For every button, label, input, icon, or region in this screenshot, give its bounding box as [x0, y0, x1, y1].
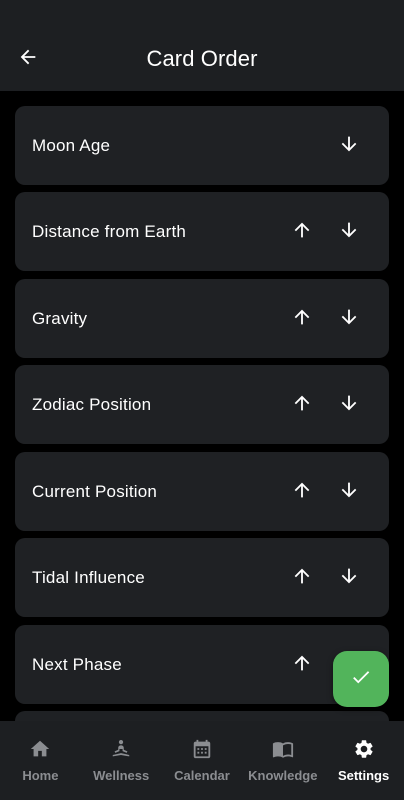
book-icon — [271, 737, 295, 761]
card-item-tidal-influence[interactable]: Tidal Influence — [15, 538, 389, 617]
arrow-down-icon — [338, 479, 360, 506]
arrow-down-icon — [338, 565, 360, 592]
move-up-button[interactable] — [284, 301, 320, 337]
arrow-down-icon — [338, 392, 360, 419]
nav-label: Wellness — [93, 768, 150, 783]
card-label: Moon Age — [32, 136, 111, 155]
card-label: Zodiac Position — [32, 395, 152, 414]
move-down-button[interactable] — [331, 560, 367, 596]
nav-label: Calendar — [174, 768, 230, 783]
arrow-up-icon — [291, 565, 313, 592]
move-up-button[interactable] — [284, 387, 320, 423]
nav-item-calendar[interactable]: Calendar — [162, 721, 243, 800]
card-item-distance-from-earth[interactable]: Distance from Earth — [15, 192, 389, 271]
arrow-up-icon — [291, 306, 313, 333]
app-bar: Card Order — [0, 0, 404, 91]
card-item-gravity[interactable]: Gravity — [15, 279, 389, 358]
card-label: Current Position — [32, 482, 158, 501]
meditation-icon — [109, 737, 133, 761]
card-item-current-position[interactable]: Current Position — [15, 452, 389, 531]
card-order-list[interactable]: Moon Age Distance from Earth Gravity Zod… — [15, 106, 389, 721]
move-up-button[interactable] — [284, 474, 320, 510]
nav-label: Settings — [337, 768, 390, 783]
move-up-button[interactable] — [284, 647, 320, 683]
card-item-partial[interactable] — [15, 711, 389, 721]
arrow-down-icon — [338, 219, 360, 246]
home-icon — [28, 737, 52, 761]
card-item-moon-age[interactable]: Moon Age — [15, 106, 389, 185]
arrow-up-icon — [291, 392, 313, 419]
bottom-navigation: Home Wellness Calendar Knowledge Setting… — [0, 721, 404, 800]
arrow-up-icon — [291, 219, 313, 246]
card-label: Tidal Influence — [32, 568, 145, 587]
nav-label: Knowledge — [248, 768, 318, 783]
nav-label: Home — [22, 768, 59, 783]
save-order-button[interactable] — [333, 651, 389, 707]
card-label: Distance from Earth — [32, 222, 187, 241]
nav-item-home[interactable]: Home — [0, 721, 81, 800]
move-down-button[interactable] — [331, 387, 367, 423]
nav-item-knowledge[interactable]: Knowledge — [242, 721, 323, 800]
card-label: Next Phase — [32, 655, 122, 674]
card-label: Gravity — [32, 309, 88, 328]
arrow-down-icon — [338, 133, 360, 160]
move-down-button[interactable] — [331, 214, 367, 250]
card-item-zodiac-position[interactable]: Zodiac Position — [15, 365, 389, 444]
move-down-button[interactable] — [331, 301, 367, 337]
move-down-button[interactable] — [331, 128, 367, 164]
move-up-button[interactable] — [284, 560, 320, 596]
move-up-button[interactable] — [284, 214, 320, 250]
page-title: Card Order — [146, 46, 258, 71]
calendar-icon — [190, 737, 214, 761]
gear-icon — [352, 737, 376, 761]
arrow-up-icon — [291, 652, 313, 679]
arrow-down-icon — [338, 306, 360, 333]
nav-item-settings[interactable]: Settings — [323, 721, 404, 800]
nav-item-wellness[interactable]: Wellness — [81, 721, 162, 800]
move-down-button[interactable] — [331, 474, 367, 510]
arrow-up-icon — [291, 479, 313, 506]
check-icon — [350, 666, 372, 693]
